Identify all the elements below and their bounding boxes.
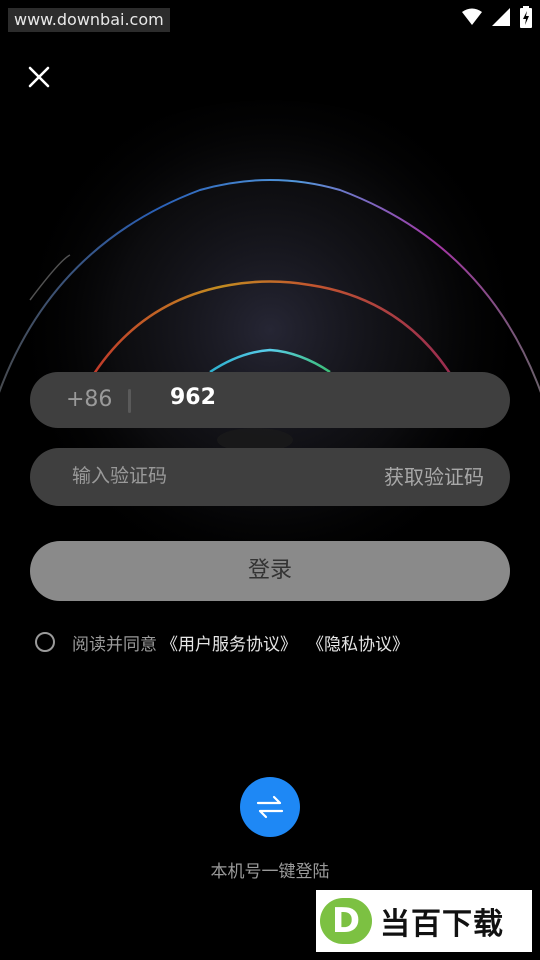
login-button[interactable]: 登录 xyxy=(30,541,510,601)
site-logo-text: 当百下载 xyxy=(380,907,504,942)
agreement-prefix: 阅读并同意 xyxy=(72,634,157,655)
agreement-row: 阅读并同意 《用户服务协议》 《隐私协议》 xyxy=(35,629,419,655)
phone-input-row[interactable]: +86 962 xyxy=(30,372,510,428)
watermark-url: www.downbai.com xyxy=(8,8,170,32)
status-bar: www.downbai.com xyxy=(0,0,540,34)
verification-code-input[interactable]: 输入验证码 xyxy=(72,448,167,504)
user-agreement-link[interactable]: 《用户服务协议》 xyxy=(161,630,297,655)
close-button[interactable] xyxy=(24,62,54,92)
site-logo-badge: D xyxy=(320,898,372,944)
country-code[interactable]: +86 xyxy=(66,372,112,428)
wifi-icon xyxy=(462,8,482,25)
privacy-policy-link[interactable]: 《隐私协议》 xyxy=(307,630,409,655)
close-icon xyxy=(28,66,50,88)
phone-input[interactable]: 962 xyxy=(170,372,216,424)
get-code-button[interactable]: 获取验证码 xyxy=(384,448,484,506)
verification-code-row[interactable]: 输入验证码 获取验证码 xyxy=(30,448,510,506)
battery-charging-icon xyxy=(520,6,532,28)
site-watermark-logo: D 当百下载 xyxy=(316,890,532,952)
one-key-login-label: 本机号一键登陆 xyxy=(210,862,330,882)
one-key-login-button[interactable] xyxy=(240,777,300,837)
agreement-radio[interactable] xyxy=(35,632,55,652)
input-divider xyxy=(128,389,131,413)
status-icons xyxy=(462,6,532,28)
swap-arrows-icon xyxy=(256,795,284,819)
signal-icon xyxy=(492,8,510,26)
